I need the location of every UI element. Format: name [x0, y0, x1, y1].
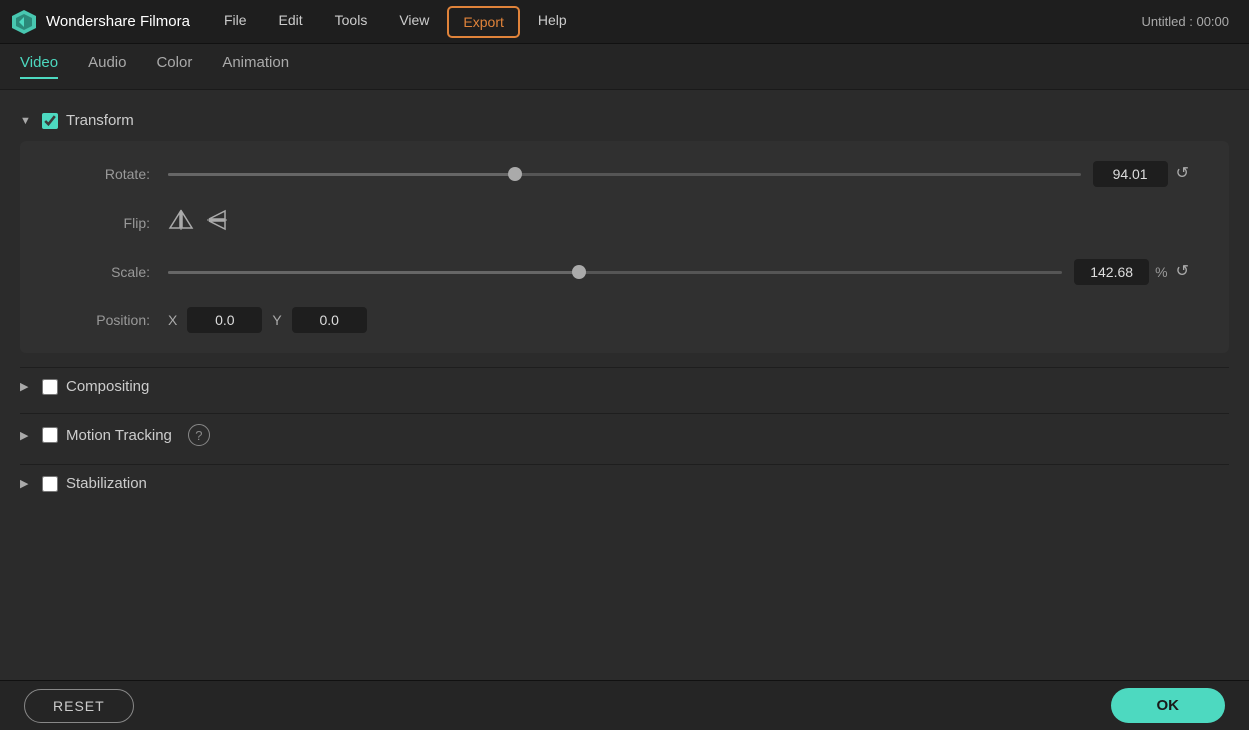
motion-tracking-help-icon[interactable]: ? [188, 424, 210, 446]
tab-audio[interactable]: Audio [88, 54, 126, 79]
logo-icon [10, 8, 38, 36]
stabilization-checkbox[interactable] [42, 476, 58, 492]
rotate-reset-button[interactable]: ↺ [1176, 166, 1189, 182]
flip-v-icon [206, 209, 232, 231]
scale-slider-container[interactable] [168, 262, 1062, 282]
tab-video[interactable]: Video [20, 54, 58, 79]
divider-2 [20, 413, 1229, 414]
compositing-title: Compositing [66, 378, 149, 395]
rotate-row: Rotate: 94.01 ↺ [60, 161, 1189, 187]
rotate-thumb[interactable] [508, 167, 522, 181]
tab-color[interactable]: Color [156, 54, 192, 79]
logo-text: Wondershare Filmora [46, 13, 190, 30]
ok-button[interactable]: OK [1111, 688, 1226, 723]
compositing-section: ▶ Compositing [20, 374, 1229, 399]
scale-track [168, 271, 1062, 274]
pos-y-input[interactable]: 0.0 [292, 307, 367, 333]
main-content: ▼ Transform Rotate: 94.01 ↺ Flip: [0, 90, 1249, 680]
position-inputs: X 0.0 Y 0.0 [168, 307, 367, 333]
transform-arrow[interactable]: ▼ [20, 115, 34, 127]
scale-reset-button[interactable]: ↺ [1176, 264, 1189, 280]
compositing-arrow[interactable]: ▶ [20, 380, 34, 393]
menu-view[interactable]: View [385, 6, 443, 38]
transform-header[interactable]: ▼ Transform [20, 108, 1229, 133]
reset-button[interactable]: RESET [24, 689, 134, 723]
flip-group [168, 209, 232, 237]
rotate-fill [168, 173, 515, 176]
scale-label: Scale: [60, 264, 150, 280]
menu-bar: Wondershare Filmora File Edit Tools View… [0, 0, 1249, 44]
rotate-input[interactable]: 94.01 [1093, 161, 1168, 187]
scale-thumb[interactable] [572, 265, 586, 279]
pos-x-label: X [168, 312, 177, 328]
flip-h-icon [168, 209, 194, 231]
flip-vertical-button[interactable] [206, 209, 232, 237]
motion-tracking-arrow[interactable]: ▶ [20, 429, 34, 442]
stabilization-title: Stabilization [66, 475, 147, 492]
tab-animation[interactable]: Animation [222, 54, 289, 79]
bottom-bar: RESET OK [0, 680, 1249, 730]
motion-tracking-header[interactable]: ▶ Motion Tracking ? [20, 420, 1229, 450]
motion-tracking-section: ▶ Motion Tracking ? [20, 420, 1229, 450]
tab-bar: Video Audio Color Animation [0, 44, 1249, 90]
flip-label: Flip: [60, 215, 150, 231]
menu-edit[interactable]: Edit [265, 6, 317, 38]
transform-title: Transform [66, 112, 134, 129]
flip-row: Flip: [60, 209, 1189, 237]
menu-items: File Edit Tools View Export Help [210, 6, 1142, 38]
position-label: Position: [60, 312, 150, 328]
transform-checkbox[interactable] [42, 113, 58, 129]
motion-tracking-title: Motion Tracking [66, 427, 172, 444]
divider-3 [20, 464, 1229, 465]
compositing-header[interactable]: ▶ Compositing [20, 374, 1229, 399]
menu-export[interactable]: Export [447, 6, 519, 38]
scale-percent: % [1155, 264, 1167, 280]
transform-section: ▼ Transform Rotate: 94.01 ↺ Flip: [20, 108, 1229, 353]
stabilization-section: ▶ Stabilization [20, 471, 1229, 496]
stabilization-header[interactable]: ▶ Stabilization [20, 471, 1229, 496]
pos-y-label: Y [272, 312, 281, 328]
title-right: Untitled : 00:00 [1142, 14, 1239, 29]
scale-row: Scale: 142.68 % ↺ [60, 259, 1189, 285]
stabilization-arrow[interactable]: ▶ [20, 477, 34, 490]
flip-horizontal-button[interactable] [168, 209, 194, 237]
divider-1 [20, 367, 1229, 368]
transform-panel: Rotate: 94.01 ↺ Flip: [20, 141, 1229, 353]
rotate-slider-container[interactable] [168, 164, 1081, 184]
position-row: Position: X 0.0 Y 0.0 [60, 307, 1189, 333]
compositing-checkbox[interactable] [42, 379, 58, 395]
pos-x-input[interactable]: 0.0 [187, 307, 262, 333]
menu-help[interactable]: Help [524, 6, 581, 38]
menu-tools[interactable]: Tools [321, 6, 382, 38]
scale-input[interactable]: 142.68 [1074, 259, 1149, 285]
menu-file[interactable]: File [210, 6, 261, 38]
rotate-label: Rotate: [60, 166, 150, 182]
motion-tracking-checkbox[interactable] [42, 427, 58, 443]
logo: Wondershare Filmora [10, 8, 190, 36]
rotate-track [168, 173, 1081, 176]
scale-fill [168, 271, 579, 274]
